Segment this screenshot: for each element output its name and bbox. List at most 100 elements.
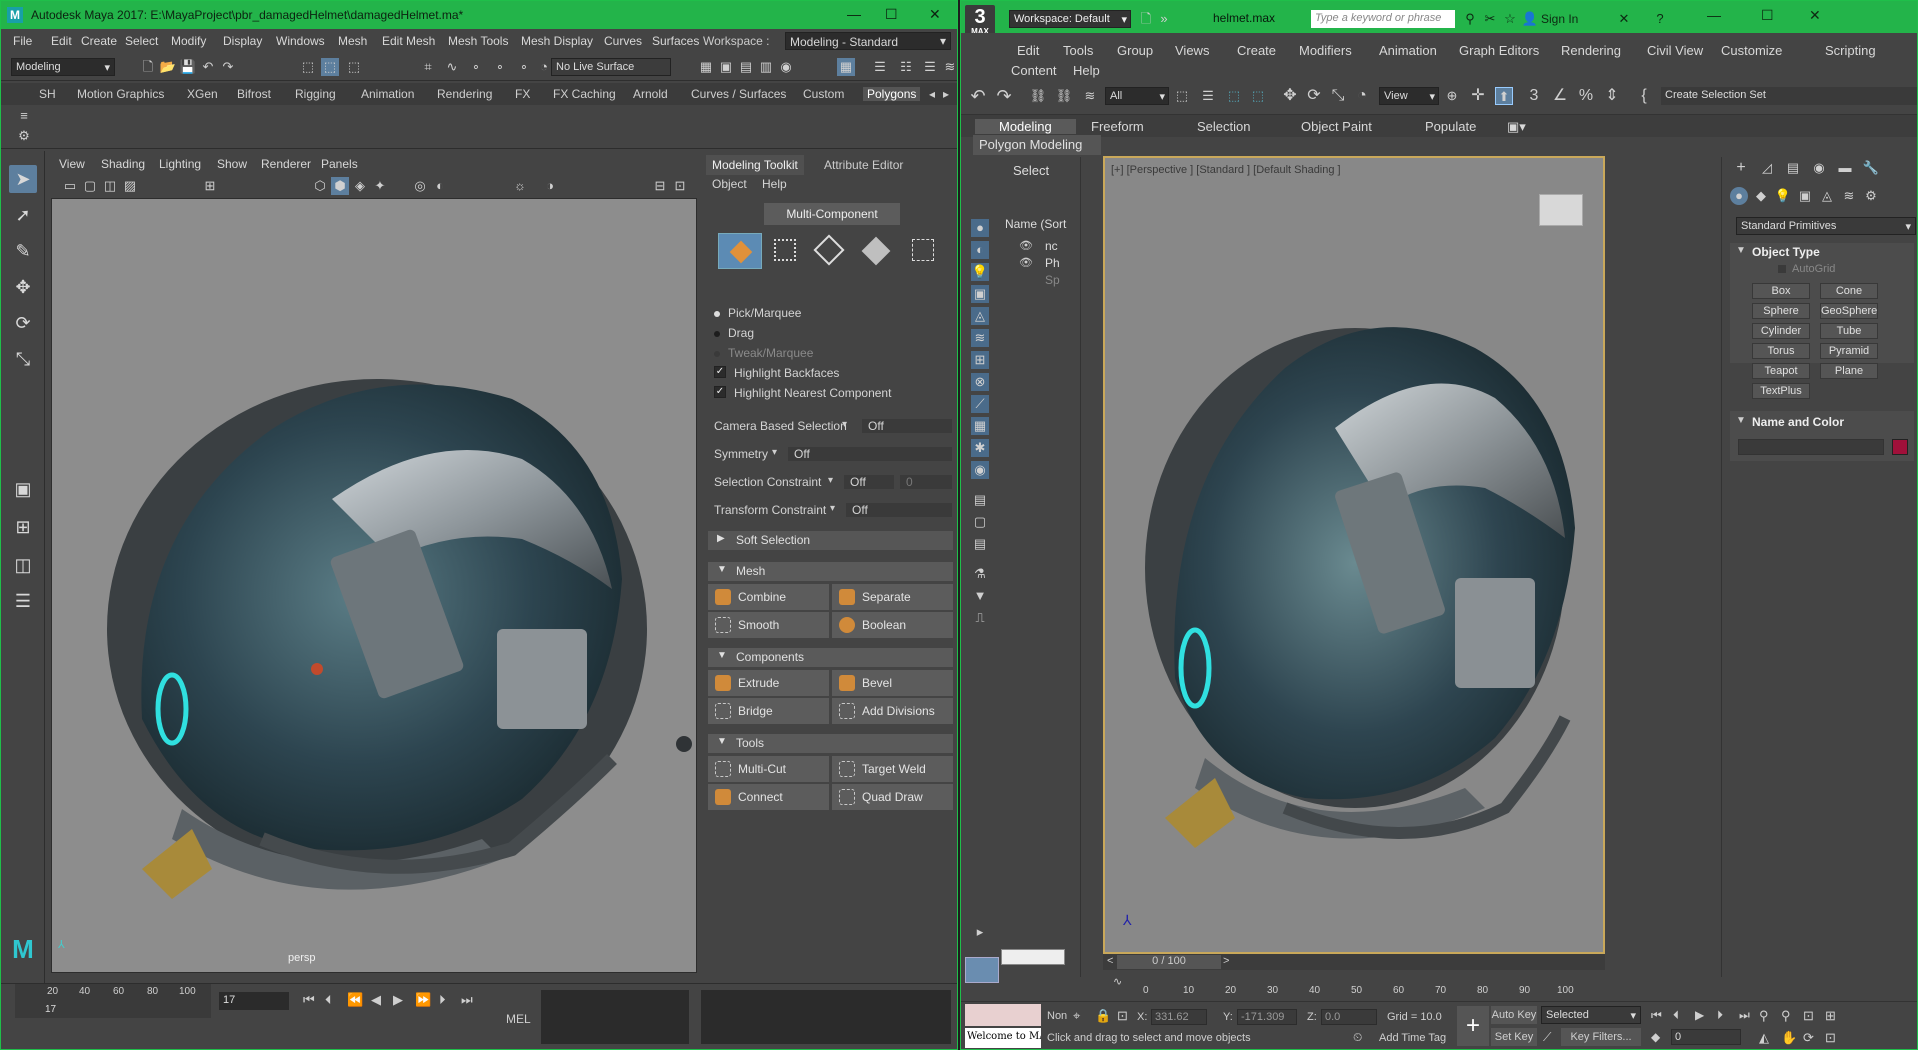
outliner-layout-icon[interactable]: ☰ [9, 587, 37, 615]
select-tool-icon[interactable]: ➤ [9, 165, 37, 193]
redo-icon[interactable]: ↷ [995, 87, 1013, 105]
field-of-view-icon[interactable]: ◭ [1759, 1030, 1769, 1046]
help-icon[interactable]: ? [1651, 10, 1669, 28]
snap-grid-icon[interactable]: ⌗ [419, 58, 437, 76]
hypershade-icon[interactable]: ◉ [777, 58, 795, 76]
selection-constraint-number[interactable]: 0 [900, 475, 952, 489]
mesh-section-header[interactable]: ▼ Mesh [708, 562, 953, 581]
play-backward-icon[interactable]: ◀ [371, 992, 381, 1008]
highlight-backfaces-checkbox[interactable]: ✓ [714, 366, 726, 378]
overflow-icon[interactable]: » [1155, 10, 1173, 28]
polygon-modeling-panel[interactable]: Polygon Modeling [973, 135, 1101, 155]
filter-icon[interactable]: ⚗ [971, 565, 989, 583]
set-key-button[interactable]: Set Key [1491, 1028, 1537, 1046]
expand-panel-icon[interactable]: ▸ [971, 923, 989, 941]
time-tag-icon[interactable]: ⏲ [1353, 1030, 1362, 1045]
helpers-category-icon[interactable]: ◬ [1818, 187, 1836, 205]
quad-draw-button[interactable]: Quad Draw [832, 784, 953, 810]
highlight-nearest-checkbox[interactable]: ✓ [714, 386, 726, 398]
menu-edit[interactable]: Edit [51, 34, 72, 48]
select-by-name-icon[interactable]: ☰ [1199, 87, 1217, 105]
max-menu-graph-editors[interactable]: Graph Editors [1459, 43, 1539, 58]
attribute-editor-icon[interactable]: ☰ [871, 58, 889, 76]
torus-button[interactable]: Torus [1752, 343, 1810, 359]
max-search-input[interactable]: Type a keyword or phrase [1311, 10, 1455, 28]
pivot-center-icon[interactable]: ⊕ [1443, 87, 1461, 105]
toolkit-menu-help[interactable]: Help [762, 177, 787, 191]
utilities-tab-icon[interactable]: 🔧 [1862, 159, 1880, 177]
tool-settings-icon[interactable]: ☷ [897, 58, 915, 76]
single-view-layout-icon[interactable]: ▣ [9, 475, 37, 503]
multi-component-button[interactable]: Multi-Component [764, 203, 900, 225]
bookmark-icon[interactable]: ◫ [101, 177, 119, 195]
zoom-extents-icon[interactable]: ⊡ [1803, 1008, 1814, 1024]
viewport-layout-tab[interactable] [965, 957, 999, 983]
grid-toggle-icon[interactable]: ⊞ [201, 177, 219, 195]
shelf-tab-sh[interactable]: SH [39, 87, 56, 101]
script-language-label[interactable]: MEL [506, 1012, 531, 1026]
max-menu-modifiers[interactable]: Modifiers [1299, 43, 1352, 58]
four-view-layout-icon[interactable]: ⊞ [9, 513, 37, 541]
display-shapes-icon[interactable]: ◐ [971, 241, 989, 259]
toolkit-menu-object[interactable]: Object [712, 177, 747, 191]
systems-category-icon[interactable]: ⚙ [1862, 187, 1880, 205]
undo-icon[interactable]: ↶ [199, 58, 217, 76]
user-icon[interactable]: 👤 [1521, 10, 1539, 28]
x-close-account-icon[interactable]: ✕ [1615, 10, 1633, 28]
max-menu-edit[interactable]: Edit [1017, 43, 1039, 58]
shelf-tab-rigging[interactable]: Rigging [295, 87, 336, 101]
time-slider-left-icon[interactable]: < [1107, 955, 1113, 967]
current-frame-field[interactable]: 17 [219, 992, 289, 1010]
go-to-start-icon[interactable]: ⏮ [1651, 1008, 1662, 1023]
face-mode-icon[interactable] [861, 236, 891, 266]
separate-button[interactable]: Separate [832, 584, 953, 610]
camera-based-selection-dropdown-icon[interactable]: ▾ [842, 419, 847, 430]
display-particles-icon[interactable]: ✱ [971, 439, 989, 457]
display-children-icon[interactable]: ▤ [971, 491, 989, 509]
close-icon[interactable]: ✕ [1809, 7, 1821, 24]
maya-viewport[interactable]: ⅄ persp [51, 198, 697, 973]
snap-point-icon[interactable]: ∘ [467, 58, 485, 76]
z-coord-field[interactable]: 0.0 [1321, 1009, 1377, 1025]
viewport-label[interactable]: [+] [Perspective ] [Standard ] [Default … [1111, 164, 1341, 176]
transform-constraint-dropdown-icon[interactable]: ▾ [830, 503, 835, 514]
menu-display[interactable]: Display [223, 34, 262, 48]
menu-file[interactable]: File [13, 34, 32, 48]
play-forward-icon[interactable]: ▶ [393, 992, 403, 1008]
selection-lock-icon[interactable]: 🔒 [1095, 1008, 1111, 1024]
shelf-tab-fx[interactable]: FX [515, 87, 530, 101]
shelf-tab-arnold[interactable]: Arnold [633, 87, 668, 101]
soft-selection-header[interactable]: ▶ Soft Selection [708, 531, 953, 550]
geometry-category-icon[interactable]: ● [1730, 187, 1748, 205]
menu-select[interactable]: Select [125, 34, 158, 48]
go-to-end-icon[interactable]: ⏭ [461, 992, 473, 1008]
display-space-warps-icon[interactable]: ≋ [971, 329, 989, 347]
max-menu-customize[interactable]: Customize [1721, 43, 1782, 58]
workspace-dropdown[interactable]: Modeling - Standard ▾ [785, 32, 951, 50]
object-type-header[interactable]: Object Type [1752, 245, 1820, 259]
max-menu-group[interactable]: Group [1117, 43, 1153, 58]
ribbon-tab-modeling[interactable]: Modeling [975, 119, 1076, 134]
shelf-tab-rendering[interactable]: Rendering [437, 87, 492, 101]
shelf-tab-curves-surfaces[interactable]: Curves / Surfaces [691, 87, 786, 101]
current-frame-marker[interactable]: 17 [45, 1004, 56, 1015]
name-and-color-header[interactable]: Name and Color [1752, 415, 1844, 429]
smooth-shade-icon[interactable]: ⬢ [331, 177, 349, 195]
tweak-marquee-radio[interactable] [714, 351, 720, 357]
shelf-tab-animation[interactable]: Animation [361, 87, 414, 101]
time-slider-right-icon[interactable]: > [1223, 955, 1229, 967]
box-button[interactable]: Box [1752, 283, 1810, 299]
pyramid-button[interactable]: Pyramid [1820, 343, 1878, 359]
modify-tab-icon[interactable]: ◿ [1758, 159, 1776, 177]
menu-curves[interactable]: Curves [604, 34, 642, 48]
smooth-button[interactable]: Smooth [708, 612, 829, 638]
menu-create[interactable]: Create [81, 34, 117, 48]
step-forward-icon[interactable]: ⏵ [439, 992, 446, 1008]
maxscript-listener-mini[interactable] [965, 1004, 1041, 1026]
geosphere-button[interactable]: GeoSphere [1820, 303, 1878, 319]
key-mode-toggle-icon[interactable]: ◆ [1651, 1030, 1660, 1044]
max-menu-create[interactable]: Create [1237, 43, 1276, 58]
shelf-tab-motion-graphics[interactable]: Motion Graphics [77, 87, 164, 101]
funnel-icon[interactable]: ▼ [971, 587, 989, 605]
select-component-icon[interactable]: ⬚ [345, 58, 363, 76]
